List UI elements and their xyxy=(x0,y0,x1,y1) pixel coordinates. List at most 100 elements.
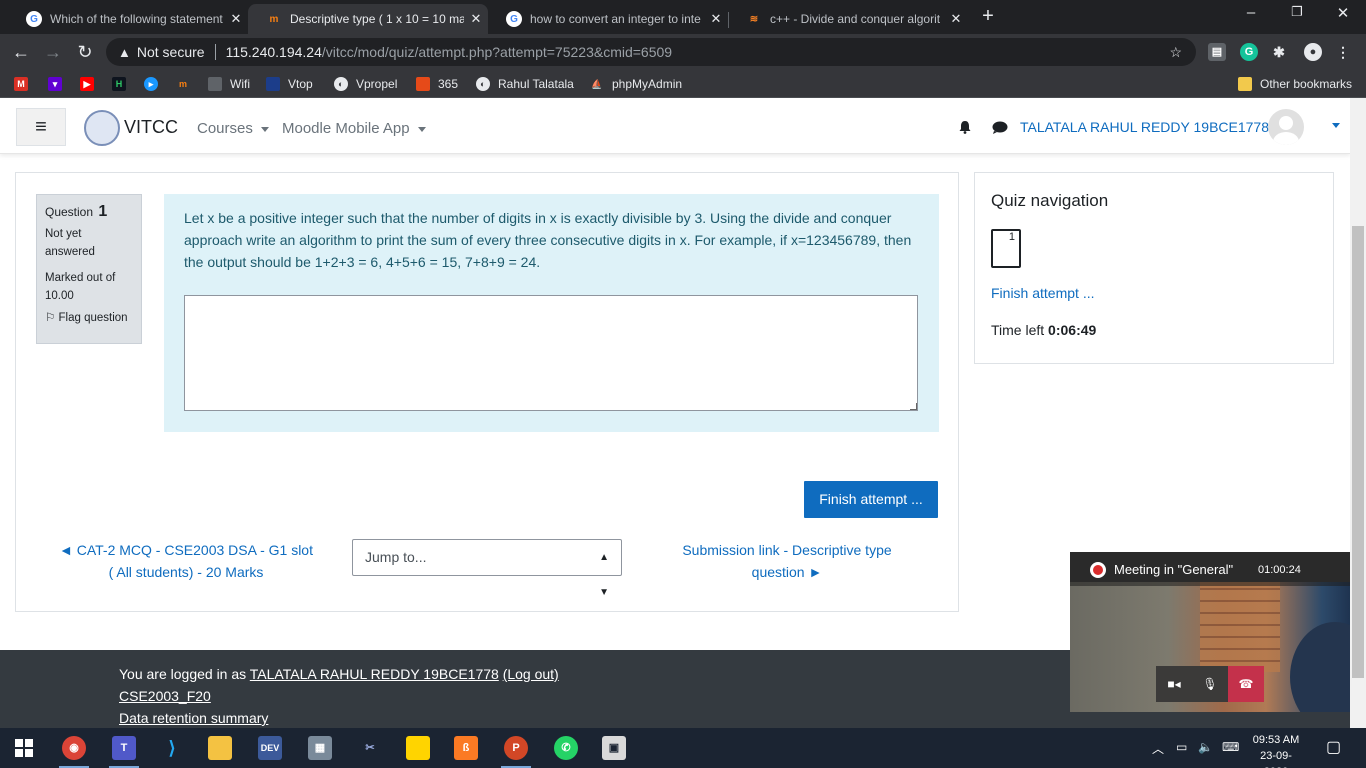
browser-tab[interactable]: G Which of the following statement ✕ xyxy=(8,4,248,34)
system-clock[interactable]: 09:53 AM 23-09-2020 xyxy=(1248,732,1304,768)
devcpp-icon[interactable]: DEV xyxy=(258,736,282,760)
resize-handle-icon[interactable] xyxy=(910,403,917,410)
extension-icon[interactable]: ▤ xyxy=(1208,43,1226,61)
back-icon[interactable]: ← xyxy=(10,42,32,64)
bookmark-label: Wifi xyxy=(230,77,250,91)
app-window-icon[interactable]: ▣ xyxy=(602,736,626,760)
profile-icon[interactable]: ● xyxy=(1304,43,1322,61)
restore-button[interactable]: ❐ xyxy=(1274,4,1320,26)
previous-activity-link[interactable]: ◄ CAT-2 MCQ - CSE2003 DSA - G1 slot ( Al… xyxy=(58,539,314,583)
tray-chevron-icon[interactable]: ︿ xyxy=(1152,740,1164,757)
powerpoint-icon[interactable]: P xyxy=(504,736,528,760)
bookmark-wifi[interactable]: Wifi xyxy=(208,76,250,92)
tab-title: Descriptive type ( 1 x 10 = 10 ma xyxy=(290,12,464,26)
logged-in-info: You are logged in as TALATALA RAHUL REDD… xyxy=(119,666,559,682)
flag-question-link[interactable]: ⚐ Flag question xyxy=(45,309,133,327)
page-icon xyxy=(208,77,222,91)
xampp-icon[interactable]: ß xyxy=(454,736,478,760)
messages-icon[interactable] xyxy=(992,121,1008,134)
vscode-icon[interactable]: ⟩ xyxy=(160,736,184,760)
notification-bell-icon[interactable] xyxy=(958,120,972,134)
question-nav-button[interactable]: 1 xyxy=(991,229,1021,268)
close-tab-icon[interactable]: ✕ xyxy=(704,11,728,27)
teams-icon[interactable]: T xyxy=(112,736,136,760)
user-menu-name[interactable]: TALATALA RAHUL REDDY 19BCE1778 xyxy=(1020,119,1269,135)
bookmark-vpropel[interactable]: ◐ Vpropel xyxy=(334,76,397,92)
bookmark-365[interactable]: 365 xyxy=(416,76,458,92)
tab-title: c++ - Divide and conquer algorit xyxy=(770,12,941,26)
site-logo[interactable] xyxy=(84,110,120,146)
other-bookmarks[interactable]: Other bookmarks xyxy=(1238,76,1352,92)
grammarly-icon[interactable]: G xyxy=(1240,43,1258,61)
bookmark-moodle[interactable]: m xyxy=(176,76,198,92)
scrollbar-thumb[interactable] xyxy=(1352,226,1364,678)
bookmark-rahul[interactable]: ◐ Rahul Talatala xyxy=(476,76,574,92)
reload-icon[interactable]: ↻ xyxy=(74,42,96,64)
time-left: Time left 0:06:49 xyxy=(991,322,1096,338)
close-tab-icon[interactable]: ✕ xyxy=(944,11,968,27)
bookmark-hackerrank[interactable]: H xyxy=(112,76,134,92)
chrome-icon[interactable]: ◉ xyxy=(62,736,86,760)
next-activity-link[interactable]: Submission link - Descriptive type quest… xyxy=(662,539,912,583)
flag-question-label: Flag question xyxy=(58,312,128,324)
logout-link[interactable]: (Log out) xyxy=(503,666,559,682)
google-icon: G xyxy=(506,11,522,27)
finish-attempt-button[interactable]: Finish attempt ... xyxy=(804,481,938,518)
keyboard-icon[interactable]: ⌨ xyxy=(1222,740,1239,754)
bookmark-youtube[interactable]: ▶ xyxy=(80,76,102,92)
bookmark-phpmyadmin[interactable]: ⛵ phpMyAdmin xyxy=(590,76,682,92)
chevron-down-icon[interactable] xyxy=(1332,123,1340,128)
bookmark-star-icon[interactable]: ☆ xyxy=(1169,44,1182,61)
forward-icon[interactable]: → xyxy=(42,42,64,64)
hackerrank-icon: H xyxy=(112,77,126,91)
minimize-button[interactable]: – xyxy=(1228,4,1274,26)
close-tab-icon[interactable]: ✕ xyxy=(464,11,488,27)
mobile-app-menu[interactable]: Moodle Mobile App xyxy=(282,120,426,137)
clock-time: 09:53 AM xyxy=(1252,734,1300,746)
browser-tab[interactable]: ≋ c++ - Divide and conquer algorit ✕ xyxy=(728,4,968,34)
footer-course-link[interactable]: CSE2003_F20 xyxy=(119,688,211,704)
bookmark-yahoo[interactable]: ▾ xyxy=(48,76,70,92)
browser-tab[interactable]: G how to convert an integer to inte ✕ xyxy=(488,4,728,34)
drawer-toggle-button[interactable]: ≡ xyxy=(16,108,66,146)
snipping-tool-icon[interactable]: ✂ xyxy=(358,736,382,760)
logged-in-prefix: You are logged in as xyxy=(119,666,247,682)
menu-dots-icon[interactable]: ⋮ xyxy=(1334,43,1352,61)
courses-menu[interactable]: Courses xyxy=(197,120,269,137)
battery-icon[interactable]: ▭ xyxy=(1176,740,1187,754)
finish-attempt-link[interactable]: Finish attempt ... xyxy=(991,285,1094,301)
mic-muted-icon[interactable]: 🎙 xyxy=(1192,666,1228,702)
windows-start-icon[interactable] xyxy=(12,736,36,760)
bookmark-prime[interactable]: ▸ xyxy=(144,76,166,92)
file-explorer-icon[interactable] xyxy=(208,736,232,760)
meeting-window[interactable]: Meeting in "General" 01:00:24 ■◂ 🎙 ☎ xyxy=(1070,552,1350,712)
bookmark-gmail[interactable]: M xyxy=(14,76,36,92)
calculator-icon[interactable]: ▦ xyxy=(308,736,332,760)
puzzle-icon[interactable]: ✱ xyxy=(1270,43,1288,61)
meeting-video-bg xyxy=(1200,582,1280,672)
answer-textarea[interactable] xyxy=(184,295,918,411)
close-window-button[interactable]: ✕ xyxy=(1320,4,1366,26)
address-toolbar: ← → ↻ ▲ Not secure 115.240.194.24 /vitcc… xyxy=(0,34,1366,70)
avatar[interactable] xyxy=(1268,109,1304,145)
meeting-title: Meeting in "General" xyxy=(1114,562,1234,577)
warning-icon: ▲ xyxy=(118,44,131,60)
jump-to-select[interactable]: Jump to... ▲ ▼ xyxy=(352,539,622,598)
bookmarks-bar: M ▾ ▶ H ▸ m Wifi Vtop ◐ Vpropel 365 ◐ Rahu… xyxy=(0,70,1366,98)
hang-up-icon[interactable]: ☎ xyxy=(1228,666,1264,702)
data-retention-link[interactable]: Data retention summary xyxy=(119,710,268,726)
browser-tab-active[interactable]: m Descriptive type ( 1 x 10 = 10 ma ✕ xyxy=(248,4,488,34)
volume-icon[interactable]: 🔈 xyxy=(1198,740,1213,754)
recording-icon xyxy=(1090,562,1106,578)
bookmark-vtop[interactable]: Vtop xyxy=(266,76,313,92)
new-tab-button[interactable]: + xyxy=(978,6,998,26)
site-name[interactable]: VITCC xyxy=(124,117,178,138)
camera-icon[interactable]: ■◂ xyxy=(1156,666,1192,702)
action-center-icon[interactable]: ▢ xyxy=(1326,737,1341,757)
url-bar[interactable]: ▲ Not secure 115.240.194.24 /vitcc/mod/q… xyxy=(106,38,1196,66)
question-content: Let x be a positive integer such that th… xyxy=(164,194,939,432)
footer-user-link[interactable]: TALATALA RAHUL REDDY 19BCE1778 xyxy=(250,666,499,682)
close-tab-icon[interactable]: ✕ xyxy=(224,11,248,27)
whatsapp-icon[interactable]: ✆ xyxy=(554,736,578,760)
sticky-notes-icon[interactable] xyxy=(406,736,430,760)
